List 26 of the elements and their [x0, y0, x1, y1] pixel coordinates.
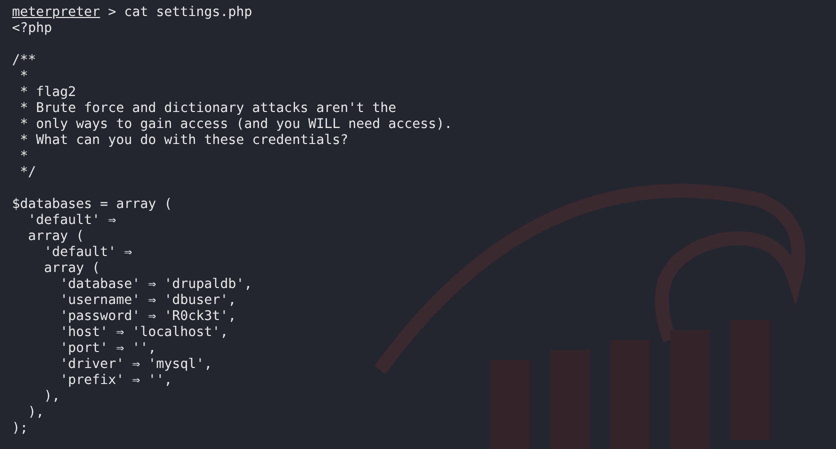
code-line: <?php	[12, 21, 52, 36]
code-line: * Brute force and dictionary attacks aren't the	[19, 101, 396, 116]
code-line: 'default' ⇒	[43, 245, 132, 260]
command-text: > cat settings.php	[108, 5, 252, 20]
code-line: array (	[27, 229, 84, 244]
code-line: 'username' ⇒ 'dbuser',	[59, 293, 236, 308]
code-line: 'password' ⇒ 'R0ck3t',	[59, 309, 236, 324]
code-line: 'host' ⇒ 'localhost',	[59, 325, 228, 340]
code-line: * What can you do with these credentials?	[19, 133, 348, 148]
code-line: 'prefix' ⇒ '',	[59, 373, 172, 388]
code-line: */	[19, 165, 36, 180]
code-line: ),	[43, 389, 60, 404]
prompt-label: meterpreter	[12, 5, 100, 20]
code-line: array (	[43, 261, 100, 276]
code-line: 'default' ⇒	[27, 213, 116, 228]
code-line: *	[19, 69, 28, 84]
code-line: ),	[27, 405, 44, 420]
code-line: $databases = array (	[12, 197, 172, 212]
code-line: *	[19, 149, 28, 164]
code-line: /**	[12, 53, 36, 68]
code-line: 'driver' ⇒ 'mysql',	[59, 357, 212, 372]
code-line: * flag2	[19, 85, 76, 100]
code-line: * only ways to gain access (and you WILL need access).	[19, 117, 452, 132]
code-line: 'port' ⇒ '',	[59, 341, 156, 356]
code-line: 'database' ⇒ 'drupaldb',	[59, 277, 252, 292]
code-line: );	[12, 421, 28, 436]
